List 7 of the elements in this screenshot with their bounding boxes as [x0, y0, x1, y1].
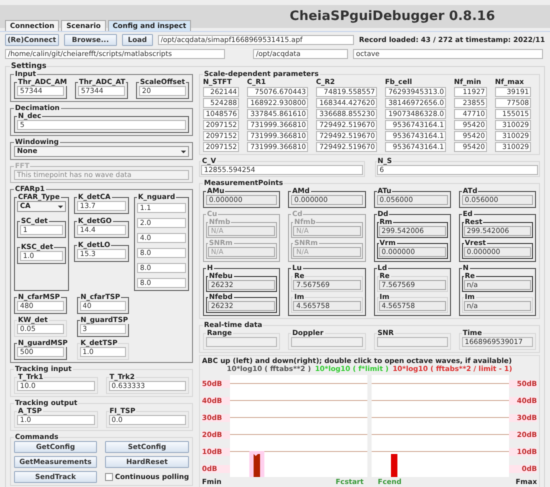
caret-icon [57, 203, 64, 210]
value-field[interactable] [206, 337, 278, 347]
value-field[interactable] [376, 337, 448, 347]
window-title: CheiaSPguiDebugger 0.8.16 [290, 9, 495, 24]
value-field[interactable] [291, 337, 362, 347]
checkbox[interactable] [104, 473, 113, 481]
caret-icon [180, 148, 187, 155]
